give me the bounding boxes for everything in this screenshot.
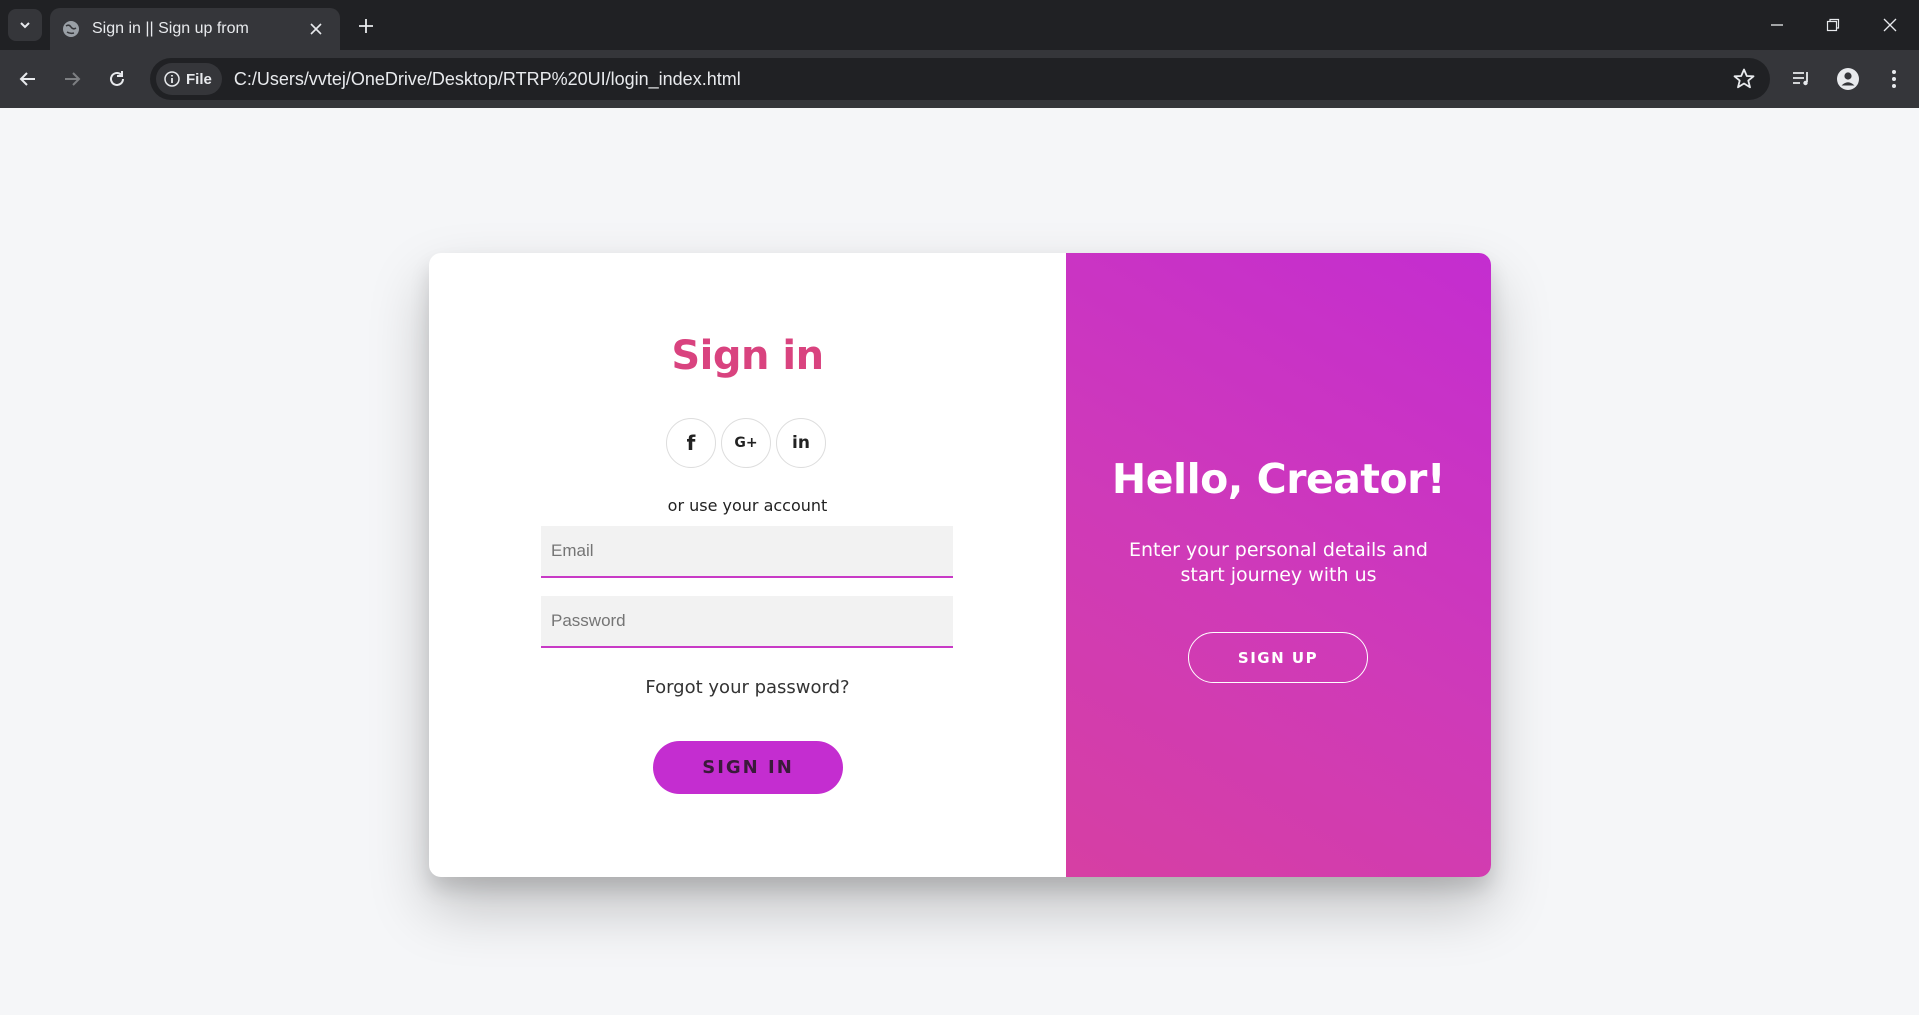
tab-title: Sign in || Sign up from [92, 20, 249, 37]
browser-tab[interactable]: Sign in || Sign up from [50, 8, 340, 50]
browser-toolbar: File C:/Users/vvtej/OneDrive/Desktop/RTR… [0, 50, 1919, 108]
reload-icon[interactable] [101, 63, 133, 95]
google-plus-icon[interactable]: G+ [721, 418, 771, 468]
url-text[interactable]: C:/Users/vvtej/OneDrive/Desktop/RTRP%20U… [234, 69, 741, 90]
signin-title: Sign in [671, 333, 824, 379]
email-field[interactable] [541, 526, 953, 578]
minimize-icon[interactable] [1762, 10, 1792, 40]
window-close-icon[interactable] [1875, 10, 1905, 40]
reading-list-icon[interactable] [1786, 63, 1818, 95]
social-buttons: f G+ in [666, 418, 831, 468]
site-chip-label: File [186, 70, 212, 88]
overlay-subtitle: Enter your personal details and start jo… [1129, 539, 1428, 586]
close-icon[interactable] [304, 17, 328, 41]
or-use-account-text: or use your account [667, 496, 828, 515]
auth-card: Sign in f G+ in or use your account Forg… [429, 253, 1491, 877]
back-icon[interactable] [12, 63, 44, 95]
forward-icon[interactable] [56, 63, 88, 95]
site-info-chip[interactable]: File [156, 63, 222, 95]
plus-icon[interactable] [352, 12, 380, 40]
browser-titlebar: Sign in || Sign up from [0, 0, 1919, 50]
forgot-password-link[interactable]: Forgot your password? [429, 677, 1066, 698]
password-field[interactable] [541, 596, 953, 648]
address-bar[interactable]: File C:/Users/vvtej/OneDrive/Desktop/RTR… [150, 58, 1770, 100]
page-viewport: Sign in f G+ in or use your account Forg… [0, 108, 1919, 1015]
info-icon [164, 71, 180, 87]
profile-icon[interactable] [1832, 63, 1864, 95]
menu-icon[interactable] [1878, 63, 1910, 95]
signup-button[interactable]: SIGN UP [1188, 632, 1368, 683]
signin-form: Sign in f G+ in or use your account Forg… [429, 253, 1066, 877]
tab-search-button[interactable] [8, 9, 42, 41]
linkedin-icon[interactable]: in [776, 418, 826, 468]
overlay-title: Hello, Creator! [1111, 455, 1446, 503]
star-icon[interactable] [1732, 67, 1756, 91]
signin-button[interactable]: SIGN IN [653, 741, 843, 794]
restore-icon[interactable] [1818, 10, 1848, 40]
chevron-down-icon [20, 22, 30, 29]
globe-icon [63, 21, 79, 37]
overlay-panel: Hello, Creator! Enter your personal deta… [1066, 253, 1491, 877]
facebook-icon[interactable]: f [666, 418, 716, 468]
